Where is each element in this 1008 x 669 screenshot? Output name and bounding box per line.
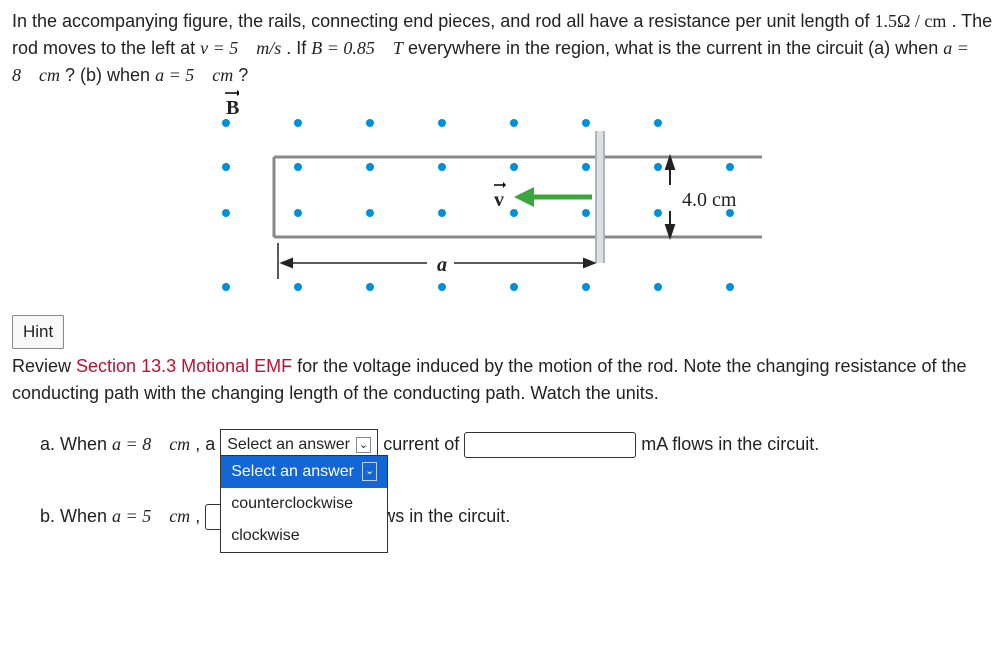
hint-text: Review Section 13.3 Motional EMF for the… bbox=[12, 353, 996, 407]
problem-statement: In the accompanying figure, the rails, c… bbox=[12, 8, 996, 89]
resistance-value: 1.5Ω / cm bbox=[875, 11, 947, 31]
dropdown-option-placeholder[interactable]: Select an answer ⌄ bbox=[221, 456, 387, 488]
field-dot bbox=[294, 163, 302, 171]
qa-b-prefix: b. When bbox=[40, 506, 112, 526]
qa-b-mid: , bbox=[195, 506, 205, 526]
hint-link[interactable]: Section 13.3 Motional EMF bbox=[76, 356, 292, 376]
qa-a-eq: a = 8 cm bbox=[112, 433, 190, 453]
field-dot bbox=[582, 119, 590, 127]
field-dot bbox=[366, 283, 374, 291]
field-dot bbox=[366, 209, 374, 217]
field-dot bbox=[726, 283, 734, 291]
field-dot bbox=[294, 119, 302, 127]
field-dot bbox=[438, 163, 446, 171]
field-dot bbox=[366, 163, 374, 171]
text: everywhere in the region, what is the cu… bbox=[408, 38, 943, 58]
qa-a-tail: mA flows in the circuit. bbox=[641, 433, 819, 453]
field-dot bbox=[654, 283, 662, 291]
chevron-down-icon: ⌄ bbox=[356, 437, 371, 453]
direction-dropdown: Select an answer ⌄ counterclockwise cloc… bbox=[220, 455, 388, 553]
text: In the accompanying figure, the rails, c… bbox=[12, 11, 875, 31]
field-dot bbox=[510, 209, 518, 217]
velocity-eq: v = 5 m/s bbox=[200, 38, 281, 58]
field-dot bbox=[294, 209, 302, 217]
field-dot bbox=[438, 283, 446, 291]
field-dot bbox=[654, 209, 662, 217]
text: . If bbox=[286, 38, 311, 58]
qa-a-prefix: a. When bbox=[40, 433, 112, 453]
bfield-eq: B = 0.85 T bbox=[311, 38, 403, 58]
field-dot bbox=[294, 283, 302, 291]
field-dot bbox=[438, 209, 446, 217]
field-dot bbox=[222, 119, 230, 127]
field-dot bbox=[510, 283, 518, 291]
qa-a-mid: , a bbox=[195, 433, 220, 453]
field-dot bbox=[582, 283, 590, 291]
field-dot bbox=[366, 119, 374, 127]
field-dot bbox=[726, 209, 734, 217]
dropdown-option-ccw[interactable]: counterclockwise bbox=[221, 488, 387, 520]
text: ? bbox=[238, 65, 248, 85]
circuit-figure: B v a 4.0 cm // placeholder, dots added … bbox=[222, 95, 782, 305]
field-dot bbox=[510, 119, 518, 127]
qa-b-eq: a = 5 cm bbox=[112, 506, 190, 526]
field-dot bbox=[726, 163, 734, 171]
field-dot bbox=[654, 119, 662, 127]
a2-eq: a = 5 cm bbox=[155, 65, 233, 85]
field-dot bbox=[222, 209, 230, 217]
qa-a-after: current of bbox=[383, 433, 464, 453]
field-dot bbox=[510, 163, 518, 171]
current-input-a[interactable] bbox=[464, 432, 636, 458]
field-dot bbox=[222, 163, 230, 171]
field-dot bbox=[654, 163, 662, 171]
field-dot bbox=[582, 163, 590, 171]
field-dot bbox=[582, 209, 590, 217]
field-dot bbox=[222, 283, 230, 291]
dropdown-option-cw[interactable]: clockwise bbox=[221, 520, 387, 552]
text: ? (b) when bbox=[65, 65, 155, 85]
field-dot bbox=[438, 119, 446, 127]
hint-button[interactable]: Hint bbox=[12, 315, 64, 349]
